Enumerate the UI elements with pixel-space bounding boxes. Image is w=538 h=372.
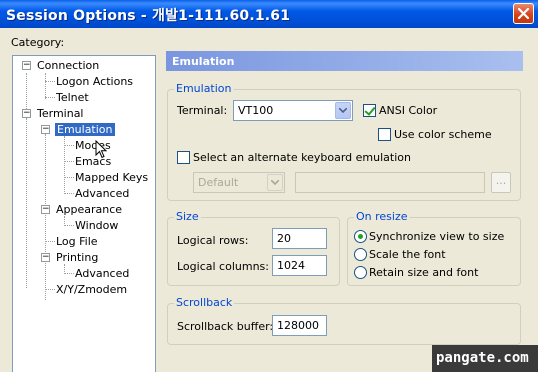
scale-font-label[interactable]: Scale the font xyxy=(369,248,446,261)
alt-keyboard-label[interactable]: Select an alternate keyboard emulation xyxy=(193,151,411,164)
on-resize-legend: On resize xyxy=(354,210,410,223)
tree-item-telnet[interactable]: Telnet xyxy=(56,91,89,105)
tree-item-log-file[interactable]: Log File xyxy=(56,235,98,249)
logical-columns-input[interactable]: 1024 xyxy=(272,255,327,276)
logical-rows-input[interactable]: 20 xyxy=(272,228,327,249)
radio-scale-font[interactable] xyxy=(354,248,367,261)
expander-terminal[interactable]: − xyxy=(22,109,31,118)
scrollback-buffer-input[interactable]: 128000 xyxy=(272,315,327,336)
tree-item-emulation[interactable]: Emulation xyxy=(54,122,116,137)
keyboard-emulation-select: Default xyxy=(193,172,285,193)
keyboard-file-field xyxy=(295,172,485,193)
expander-appearance[interactable]: − xyxy=(41,205,50,214)
category-label: Category: xyxy=(11,36,65,49)
tree-item-xyzmodem[interactable]: X/Y/Zmodem xyxy=(56,283,127,297)
expander-printing[interactable]: − xyxy=(41,253,50,262)
mouse-cursor-icon xyxy=(95,140,108,159)
chevron-down-icon xyxy=(267,174,283,191)
size-legend: Size xyxy=(174,210,201,223)
tree-item-logon-actions[interactable]: Logon Actions xyxy=(56,75,133,89)
radio-retain-size[interactable] xyxy=(354,266,367,279)
scrollback-legend: Scrollback xyxy=(174,296,235,309)
retain-size-label[interactable]: Retain size and font xyxy=(369,266,478,279)
browse-button: ... xyxy=(491,172,511,193)
synchronize-view-label[interactable]: Synchronize view to size xyxy=(369,230,504,243)
expander-emulation[interactable]: − xyxy=(41,125,50,134)
tree-item-window[interactable]: Window xyxy=(75,219,118,233)
use-color-scheme-label[interactable]: Use color scheme xyxy=(394,128,492,141)
window-title: Session Options - 개발1-111.60.1.61 xyxy=(6,8,291,24)
tree-item-terminal[interactable]: Terminal xyxy=(37,107,84,121)
tree-item-advanced-printing[interactable]: Advanced xyxy=(75,267,129,281)
ansi-color-checkbox[interactable] xyxy=(363,104,376,117)
use-color-scheme-checkbox[interactable] xyxy=(378,128,391,141)
chevron-down-icon[interactable] xyxy=(335,102,351,119)
title-bar: Session Options - 개발1-111.60.1.61 xyxy=(0,0,538,28)
terminal-select-value: VT100 xyxy=(238,104,274,117)
ansi-color-label[interactable]: ANSI Color xyxy=(379,104,437,117)
terminal-select[interactable]: VT100 xyxy=(233,100,353,121)
terminal-label: Terminal: xyxy=(177,104,228,117)
tree-item-appearance[interactable]: Appearance xyxy=(56,203,122,217)
logical-columns-label: Logical columns: xyxy=(177,260,269,273)
close-icon xyxy=(518,8,529,19)
tree-item-printing[interactable]: Printing xyxy=(56,251,98,265)
tree-item-advanced-emulation[interactable]: Advanced xyxy=(75,187,129,201)
logical-rows-label: Logical rows: xyxy=(177,234,249,247)
radio-synchronize-view[interactable] xyxy=(354,230,367,243)
watermark: pangate.com xyxy=(432,345,538,372)
scrollback-buffer-label: Scrollback buffer: xyxy=(177,320,274,333)
tree-item-mapped-keys[interactable]: Mapped Keys xyxy=(75,171,148,185)
expander-connection[interactable]: − xyxy=(22,61,31,70)
alt-keyboard-checkbox[interactable] xyxy=(177,151,190,164)
category-tree[interactable]: − Connection Logon Actions Telnet − Term… xyxy=(12,55,156,372)
pane-title: Emulation xyxy=(166,51,523,71)
tree-item-connection[interactable]: Connection xyxy=(37,59,99,73)
emulation-legend: Emulation xyxy=(174,82,234,95)
close-button[interactable] xyxy=(513,3,534,24)
keyboard-emulation-value: Default xyxy=(198,176,239,189)
